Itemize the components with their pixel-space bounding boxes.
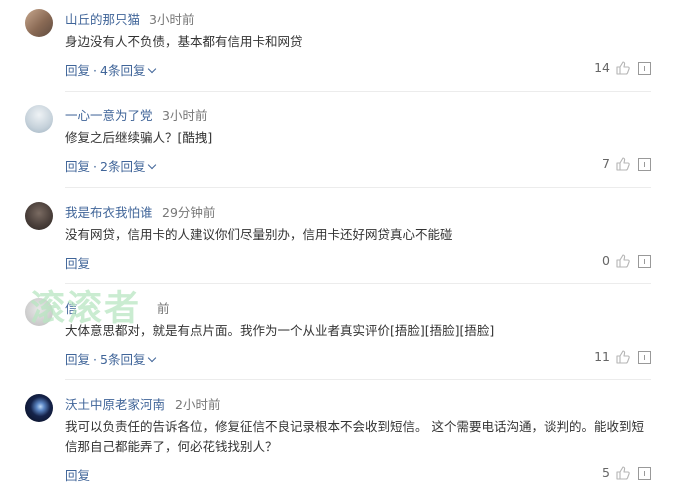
divider [65,283,651,284]
like-count: 7 [602,156,610,171]
report-icon[interactable] [638,158,651,171]
chevron-down-icon [148,353,157,363]
reply-button[interactable]: 回复 [65,256,90,271]
user-avatar[interactable] [25,394,53,422]
comment-item: 我是布衣我怕谁 29分钟前 没有网贷，信用卡的人建议你们尽量别办，信用卡还好网贷… [0,193,679,289]
reply-button[interactable]: 回复 [65,159,90,174]
thumbs-up-icon[interactable] [616,61,630,75]
username[interactable]: 一心一意为了党 [65,105,153,124]
comment-item: 沃土中原老家河南 2小时前 我可以负责任的告诉各位，修复征信不良记录根本不会收到… [0,385,679,496]
username[interactable]: 我是布衣我怕谁 [65,202,153,221]
user-avatar[interactable] [25,9,53,37]
comment-actions: 回复 · 2条回复 [65,156,157,175]
like-count: 14 [594,60,610,75]
reply-button[interactable]: 回复 [65,352,90,367]
comment-actions: 回复 · 4条回复 [65,60,157,79]
comment-time: 29分钟前 [162,205,216,220]
comment-actions: 回复 [65,253,90,272]
reply-button[interactable]: 回复 [65,63,90,78]
report-icon[interactable] [638,62,651,75]
report-icon[interactable] [638,467,651,480]
user-avatar[interactable] [25,105,53,133]
divider [65,379,651,380]
comment-text: 我可以负责任的告诉各位，修复征信不良记录根本不会收到短信。 这个需要电话沟通，谈… [65,419,644,454]
thumbs-up-icon[interactable] [616,350,630,364]
comment-text: 没有网贷，信用卡的人建议你们尽量别办，信用卡还好网贷真心不能碰 [65,227,453,242]
view-replies-button[interactable]: 5条回复 [100,352,157,367]
like-count: 0 [602,253,610,268]
chevron-down-icon [148,160,157,170]
comment-time: 3小时前 [162,108,208,123]
comment-item: 一心一意为了党 3小时前 修复之后继续骗人？[酷拽] 回复 · 2条回复 7 [0,96,679,192]
chevron-down-icon [148,64,157,74]
like-count: 5 [602,465,610,480]
like-count: 11 [594,349,610,364]
thumbs-up-icon[interactable] [616,466,630,480]
report-icon[interactable] [638,351,651,364]
reply-button[interactable]: 回复 [65,468,90,483]
comment-item: 山丘的那只猫 3小时前 身边没有人不负债，基本都有信用卡和网贷 回复 · 4条回复 … [0,0,679,96]
report-icon[interactable] [638,255,651,268]
comment-text: 身边没有人不负债，基本都有信用卡和网贷 [65,34,303,49]
comment-time: 前 [157,301,170,316]
divider [65,187,651,188]
comment-text: 修复之后继续骗人？[酷拽] [65,130,213,145]
comment-text: 大体意思都对，就是有点片面。我作为一个从业者真实评价[捂脸][捂脸][捂脸] [65,323,495,338]
watermark: 滚滚者 [30,289,142,329]
username[interactable]: 山丘的那只猫 [65,9,140,28]
comment-time: 2小时前 [175,397,221,412]
comment-time: 3小时前 [149,12,195,27]
thumbs-up-icon[interactable] [616,254,630,268]
view-replies-button[interactable]: 2条回复 [100,159,157,174]
comment-actions: 回复 [65,465,90,484]
username[interactable]: 沃土中原老家河南 [65,394,165,413]
user-avatar[interactable] [25,202,53,230]
comment-actions: 回复 · 5条回复 [65,349,157,368]
divider [65,91,651,92]
thumbs-up-icon[interactable] [616,157,630,171]
view-replies-button[interactable]: 4条回复 [100,63,157,78]
